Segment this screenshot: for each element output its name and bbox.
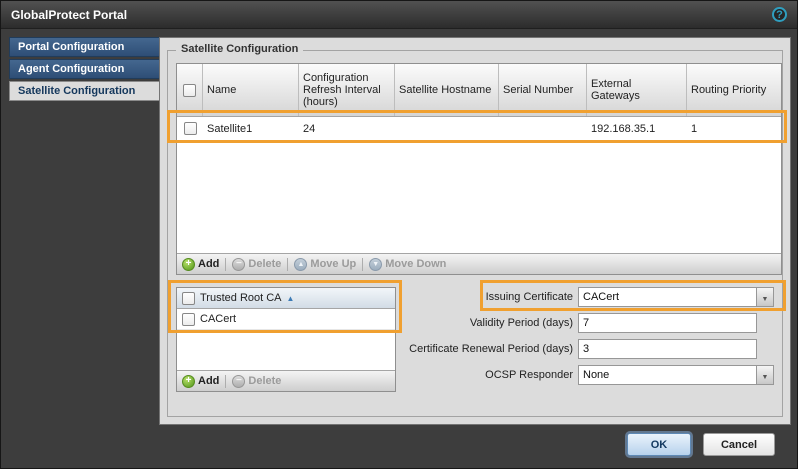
column-header-routing-priority[interactable]: Routing Priority: [687, 64, 781, 116]
move-down-label: Move Down: [385, 258, 446, 270]
table-row-satellite1[interactable]: Satellite1 24 192.168.35.1 1: [177, 117, 781, 141]
ca-row-cacert[interactable]: CACert: [177, 309, 395, 330]
validity-period-input[interactable]: [578, 313, 757, 333]
ca-delete-label: Delete: [248, 375, 281, 387]
window-title: GlobalProtect Portal: [11, 8, 127, 22]
add-icon: [182, 375, 195, 388]
column-header-satellite-hostname[interactable]: Satellite Hostname: [395, 64, 499, 116]
chevron-down-icon: [762, 288, 769, 306]
help-icon[interactable]: [772, 7, 787, 22]
move-down-icon: [369, 258, 382, 271]
sidebar-item-agent-configuration[interactable]: Agent Configuration: [9, 59, 159, 79]
select-all-checkbox[interactable]: [183, 84, 196, 97]
ca-cell-name: CACert: [200, 313, 236, 325]
titlebar: GlobalProtect Portal: [1, 1, 797, 29]
cell-routing-priority: 1: [687, 117, 781, 140]
delete-icon: [232, 258, 245, 271]
delete-icon: [232, 375, 245, 388]
issuing-certificate-label: Issuing Certificate: [486, 291, 573, 303]
globalprotect-portal-window: GlobalProtect Portal Portal Configuratio…: [0, 0, 798, 469]
chevron-down-icon: [762, 366, 769, 384]
cancel-button[interactable]: Cancel: [703, 433, 775, 456]
select-all-checkbox-cell: [177, 64, 203, 116]
validity-period-row: Validity Period (days): [394, 313, 774, 333]
toolbar-separator: [362, 258, 363, 271]
sidebar-item-satellite-configuration[interactable]: Satellite Configuration: [9, 81, 159, 101]
toolbar-separator: [225, 258, 226, 271]
ca-delete-button[interactable]: Delete: [232, 375, 281, 388]
move-up-icon: [294, 258, 307, 271]
column-header-external-gateways[interactable]: External Gateways: [587, 64, 687, 116]
satellite-table-toolbar: Add Delete Move Up: [177, 253, 781, 274]
table-empty-area: [177, 141, 781, 253]
row-checkbox[interactable]: [184, 122, 197, 135]
issuing-certificate-combo: [578, 287, 774, 307]
ca-empty-area: [177, 330, 395, 370]
add-icon: [182, 258, 195, 271]
ocsp-responder-input[interactable]: [579, 366, 756, 384]
issuing-certificate-input[interactable]: [579, 288, 756, 306]
trusted-root-ca-column-header[interactable]: Trusted Root CA: [177, 288, 395, 309]
certificate-renewal-period-row: Certificate Renewal Period (days): [394, 339, 774, 359]
move-down-button[interactable]: Move Down: [369, 258, 446, 271]
toolbar-separator: [287, 258, 288, 271]
delete-button[interactable]: Delete: [232, 258, 281, 271]
sidebar: Portal Configuration Agent Configuration…: [9, 37, 159, 425]
issuing-certificate-dropdown-button[interactable]: [756, 288, 773, 306]
certificate-renewal-period-input[interactable]: [578, 339, 757, 359]
sort-ascending-icon: [287, 292, 295, 304]
ca-add-label: Add: [198, 375, 219, 387]
cell-refresh-interval: 24: [299, 117, 395, 140]
satellite-table: Name Configuration Refresh Interval (hou…: [176, 63, 782, 275]
move-up-label: Move Up: [310, 258, 356, 270]
ca-add-button[interactable]: Add: [182, 375, 219, 388]
issuing-certificate-row: Issuing Certificate: [394, 287, 774, 307]
main-panel: Satellite Configuration Name Configurati…: [159, 37, 791, 425]
cell-external-gateways: 192.168.35.1: [587, 117, 687, 140]
validity-period-label: Validity Period (days): [470, 317, 573, 329]
footer: OK Cancel: [627, 433, 775, 456]
sidebar-item-portal-configuration[interactable]: Portal Configuration: [9, 37, 159, 57]
row-checkbox-cell: [177, 117, 203, 140]
certificate-form: Issuing Certificate Validity Period (day…: [394, 287, 774, 391]
group-title: Satellite Configuration: [176, 43, 303, 55]
trusted-root-ca-table: Trusted Root CA CACert Add: [176, 287, 396, 392]
cell-name: Satellite1: [203, 117, 299, 140]
column-header-refresh-interval[interactable]: Configuration Refresh Interval (hours): [299, 64, 395, 116]
ocsp-responder-row: OCSP Responder: [394, 365, 774, 385]
move-up-button[interactable]: Move Up: [294, 258, 356, 271]
cell-serial-number: [499, 117, 587, 140]
cell-satellite-hostname: [395, 117, 499, 140]
satellite-configuration-group: Name Configuration Refresh Interval (hou…: [167, 50, 783, 417]
validity-period-field: [578, 313, 774, 333]
ca-toolbar: Add Delete: [177, 370, 395, 391]
ok-button[interactable]: OK: [627, 433, 691, 456]
ocsp-responder-label: OCSP Responder: [485, 369, 573, 381]
add-button[interactable]: Add: [182, 258, 219, 271]
ca-select-all-checkbox[interactable]: [182, 292, 195, 305]
ocsp-responder-combo: [578, 365, 774, 385]
certificate-renewal-period-label: Certificate Renewal Period (days): [409, 343, 573, 355]
column-header-name[interactable]: Name: [203, 64, 299, 116]
toolbar-separator: [225, 375, 226, 388]
column-header-serial-number[interactable]: Serial Number: [499, 64, 587, 116]
ca-column-label: Trusted Root CA: [200, 292, 282, 304]
ca-row-checkbox[interactable]: [182, 313, 195, 326]
delete-label: Delete: [248, 258, 281, 270]
add-label: Add: [198, 258, 219, 270]
certificate-renewal-period-field: [578, 339, 774, 359]
satellite-table-header: Name Configuration Refresh Interval (hou…: [177, 64, 781, 117]
dialog-body: Portal Configuration Agent Configuration…: [9, 37, 791, 425]
ocsp-responder-dropdown-button[interactable]: [756, 366, 773, 384]
